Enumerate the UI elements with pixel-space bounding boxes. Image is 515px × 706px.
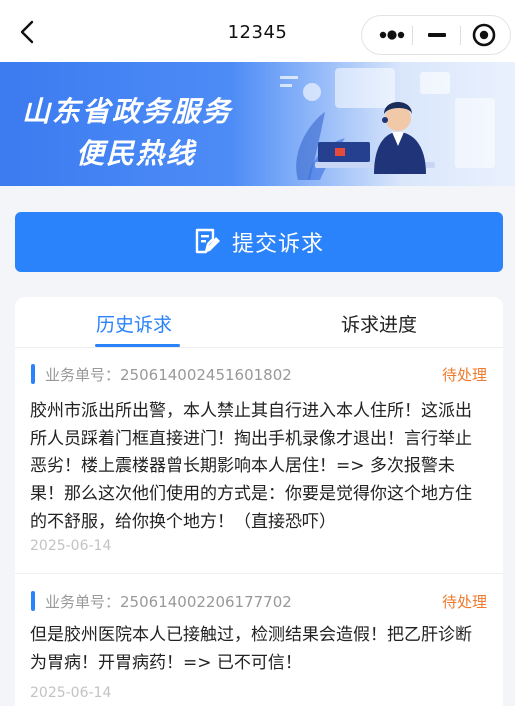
order-number: 业务单号：250614002451601802	[45, 366, 292, 384]
minus-icon	[428, 33, 446, 37]
item-accent-bar	[31, 591, 35, 611]
edit-form-icon	[195, 228, 220, 254]
banner-title: 山东省政务服务	[22, 95, 233, 128]
banner-subtitle: 便民热线	[76, 137, 197, 170]
tab-history[interactable]: 历史诉求	[96, 310, 172, 337]
request-content: 胶州市派出所出警，本人禁止其自行进入本人住所！这派出 所人员踩着门框直接进门！掏…	[30, 401, 472, 532]
top-nav-bar: 12345	[0, 0, 515, 62]
target-circle-icon	[472, 23, 496, 47]
request-content: 但是胶州医院本人已接触过，检测结果会造假！把乙肝诊断 为胃病！开胃病药！=> 已…	[30, 625, 472, 673]
miniprogram-capsule	[361, 15, 511, 55]
request-item[interactable]: 业务单号：250614002451601802 待处理 胶州市派出所出警，本人禁…	[15, 348, 503, 574]
status-badge: 待处理	[441, 593, 487, 611]
active-tab-indicator	[95, 344, 180, 347]
request-date: 2025-06-14	[30, 685, 112, 701]
item-accent-bar	[31, 364, 35, 384]
request-date: 2025-06-14	[30, 538, 112, 554]
order-number: 业务单号：250614002206177702	[45, 593, 292, 611]
status-badge: 待处理	[441, 366, 487, 384]
more-dots-icon	[379, 30, 405, 40]
submit-request-label: 提交诉求	[231, 232, 324, 257]
more-button[interactable]	[372, 16, 422, 54]
customer-service-illustration	[280, 68, 495, 180]
tab-progress[interactable]: 诉求进度	[341, 310, 417, 337]
requests-card: 历史诉求 诉求进度 业务单号：250614002451601802 待处理 胶州…	[15, 297, 503, 706]
close-button[interactable]	[466, 16, 506, 54]
request-item[interactable]: 业务单号：250614002206177702 待处理 但是胶州医院本人已接触过…	[15, 574, 503, 706]
capsule-divider	[460, 26, 461, 45]
submit-request-button[interactable]: 提交诉求	[15, 212, 503, 272]
capsule-divider	[412, 26, 413, 45]
minimize-button[interactable]	[417, 16, 457, 54]
tab-bar: 历史诉求 诉求进度	[15, 297, 503, 348]
hotline-banner: 山东省政务服务 便民热线	[0, 62, 515, 186]
